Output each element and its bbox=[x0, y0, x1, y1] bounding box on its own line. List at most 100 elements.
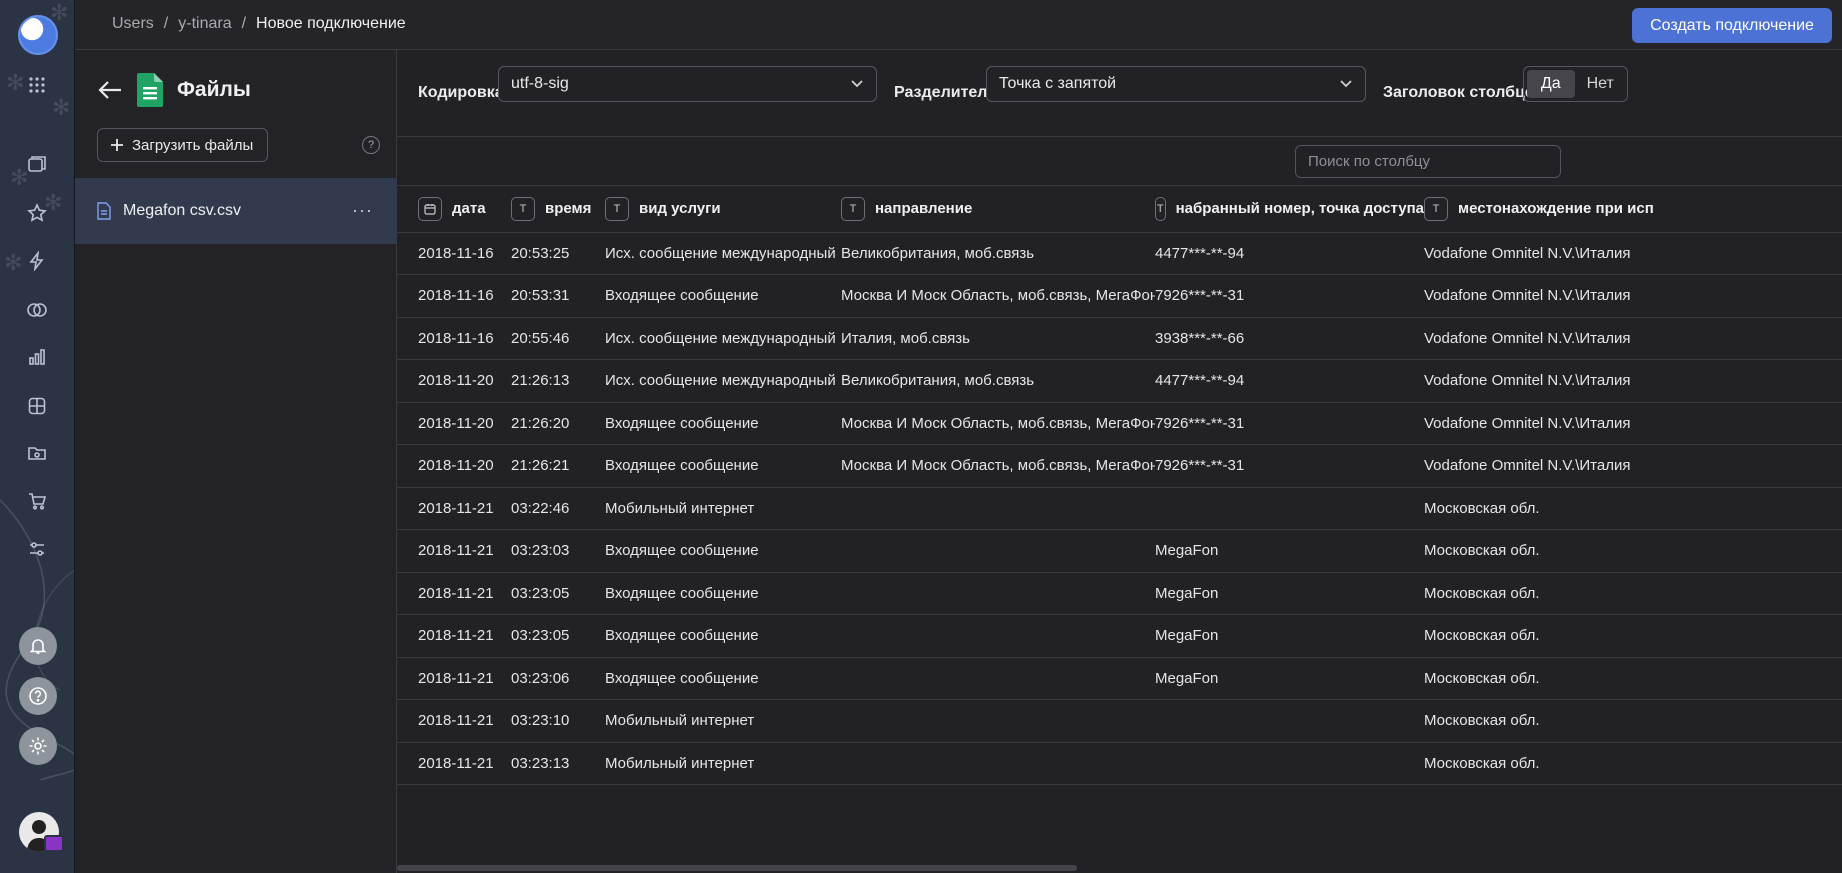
dashboard-icon[interactable] bbox=[20, 389, 54, 423]
table-cell: 7926***-**-31 bbox=[1155, 274, 1424, 318]
header-no-option[interactable]: Нет bbox=[1577, 70, 1625, 98]
table-cell: 20:53:31 bbox=[511, 274, 605, 318]
encoding-value: utf-8-sig bbox=[511, 75, 569, 92]
breadcrumb-separator: / bbox=[163, 15, 169, 32]
table-cell: Великобритания, моб.связь bbox=[841, 232, 1155, 275]
table-cell: 2018-11-16 bbox=[397, 232, 511, 275]
gear-icon[interactable] bbox=[19, 727, 57, 765]
table-cell: Мобильный интернет bbox=[605, 487, 841, 530]
table-cell: Московская обл. bbox=[1424, 657, 1842, 700]
column-header[interactable]: T вид услуги bbox=[605, 186, 841, 233]
text-type-icon: T bbox=[841, 196, 865, 221]
table-cell: 21:26:20 bbox=[511, 402, 605, 445]
app-rail: ✻ ✻ ✻ ✻ ✻ ✻ bbox=[0, 0, 75, 873]
table-row: 2018-11-21 03:22:46 Мобильный интернет Моск… bbox=[397, 487, 1842, 530]
table-cell: Московская обл. bbox=[1424, 614, 1842, 658]
text-type-icon: T bbox=[605, 196, 629, 221]
table-cell bbox=[841, 487, 1155, 530]
logo[interactable] bbox=[18, 15, 58, 55]
column-header[interactable]: T набранный номер, точка доступа bbox=[1155, 186, 1424, 233]
text-type-icon: T bbox=[1424, 196, 1448, 221]
column-search-input[interactable] bbox=[1295, 145, 1561, 178]
table-cell: Московская обл. bbox=[1424, 699, 1842, 743]
table-cell: Мобильный интернет bbox=[605, 742, 841, 785]
back-arrow-icon[interactable] bbox=[97, 78, 123, 102]
table-cell: 20:53:25 bbox=[511, 232, 605, 275]
table-row: 2018-11-21 03:23:05 Входящее сообщение Mega… bbox=[397, 614, 1842, 658]
table-row: 2018-11-21 03:23:05 Входящее сообщение Mega… bbox=[397, 572, 1842, 615]
column-header[interactable]: T время bbox=[511, 186, 605, 233]
column-header[interactable]: T направление bbox=[841, 186, 1155, 233]
header-toggle: Да Нет bbox=[1523, 66, 1628, 102]
more-options-icon[interactable]: ··· bbox=[352, 200, 373, 221]
text-type-icon: T bbox=[511, 196, 535, 221]
bell-icon[interactable] bbox=[19, 627, 57, 665]
table-cell: MegaFon bbox=[1155, 572, 1424, 615]
create-connection-button[interactable]: Создать подключение bbox=[1632, 8, 1832, 43]
star-icon[interactable] bbox=[20, 196, 54, 230]
table-row: 2018-11-21 03:23:03 Входящее сообщение Mega… bbox=[397, 529, 1842, 573]
table-row: 2018-11-16 20:55:46 Исх. сообщение междуна… bbox=[397, 317, 1842, 360]
table-cell: Великобритания, моб.связь bbox=[841, 359, 1155, 403]
table-cell: 2018-11-16 bbox=[397, 274, 511, 318]
help-icon[interactable] bbox=[19, 677, 57, 715]
table-cell: Исх. сообщение международный bbox=[605, 359, 841, 403]
table-cell: Vodafone Omnitel N.V.\Италия bbox=[1424, 274, 1842, 318]
breadcrumb-users[interactable]: Users bbox=[112, 15, 154, 33]
briefcase-badge-icon bbox=[44, 835, 64, 852]
folder-icon[interactable] bbox=[20, 436, 54, 470]
table-header-row: дата T время T вид услуги T направление … bbox=[397, 186, 1842, 233]
column-header-label: набранный номер, точка доступа bbox=[1175, 200, 1424, 218]
column-header-label: вид услуги bbox=[639, 200, 721, 218]
table-cell: 2018-11-21 bbox=[397, 657, 511, 700]
files-title: Файлы bbox=[177, 78, 251, 101]
table-cell: 03:23:05 bbox=[511, 572, 605, 615]
table-cell: Москва И Моск Область, моб.связь, МегаФо… bbox=[841, 274, 1155, 318]
cart-icon[interactable] bbox=[20, 484, 54, 518]
horizontal-scrollbar[interactable] bbox=[397, 865, 1077, 871]
connections-icon[interactable] bbox=[20, 293, 54, 327]
header-label: Заголовок столбцов bbox=[1383, 84, 1545, 101]
table-cell: Vodafone Omnitel N.V.\Италия bbox=[1424, 232, 1842, 275]
column-search-bar bbox=[397, 136, 1842, 178]
table-cell: Vodafone Omnitel N.V.\Италия bbox=[1424, 317, 1842, 360]
settings-sliders-icon[interactable] bbox=[20, 532, 54, 566]
table-cell bbox=[841, 529, 1155, 573]
encoding-label: Кодировка bbox=[418, 84, 504, 101]
bolt-icon[interactable] bbox=[20, 244, 54, 278]
chart-icon[interactable] bbox=[20, 340, 54, 374]
delimiter-select[interactable]: Точка с запятой bbox=[986, 66, 1366, 102]
breadcrumb-current: Новое подключение bbox=[256, 15, 406, 32]
table-cell: Московская обл. bbox=[1424, 529, 1842, 573]
table-cell: Входящее сообщение bbox=[605, 529, 841, 573]
table-cell: 2018-11-21 bbox=[397, 742, 511, 785]
column-header-label: время bbox=[545, 200, 592, 218]
collections-icon[interactable] bbox=[20, 147, 54, 181]
column-header[interactable]: дата bbox=[397, 186, 511, 233]
table-cell: 2018-11-21 bbox=[397, 572, 511, 615]
table-body: 2018-11-16 20:53:25 Исх. сообщение междуна… bbox=[397, 232, 1842, 785]
table-cell bbox=[841, 699, 1155, 743]
spreadsheet-icon bbox=[137, 73, 163, 107]
breadcrumb-user[interactable]: y-tinara bbox=[178, 15, 231, 33]
table-cell: Москва И Моск Область, моб.связь, МегаФо… bbox=[841, 444, 1155, 488]
help-icon[interactable]: ? bbox=[362, 136, 380, 154]
header-yes-option[interactable]: Да bbox=[1527, 70, 1575, 98]
apps-grid-icon[interactable] bbox=[20, 68, 54, 102]
table-row: 2018-11-21 03:23:13 Мобильный интернет Моск… bbox=[397, 742, 1842, 785]
table-cell bbox=[1155, 699, 1424, 743]
upload-files-button[interactable]: Загрузить файлы bbox=[97, 128, 269, 162]
column-header[interactable]: T местонахождение при исп bbox=[1424, 186, 1842, 233]
table-cell: 03:22:46 bbox=[511, 487, 605, 530]
table-cell: Vodafone Omnitel N.V.\Италия bbox=[1424, 402, 1842, 445]
import-settings: Кодировка utf-8-sig Разделитель Точка с … bbox=[397, 50, 1842, 136]
table-cell: 03:23:10 bbox=[511, 699, 605, 743]
table-cell: MegaFon bbox=[1155, 529, 1424, 573]
encoding-select[interactable]: utf-8-sig bbox=[498, 66, 877, 102]
table-cell: Входящее сообщение bbox=[605, 274, 841, 318]
file-item[interactable]: Megafon csv.csv ··· bbox=[75, 178, 397, 244]
files-header: Файлы bbox=[97, 73, 251, 107]
table-cell: 21:26:13 bbox=[511, 359, 605, 403]
table-cell: Входящее сообщение bbox=[605, 614, 841, 658]
text-type-icon: T bbox=[1155, 196, 1166, 221]
